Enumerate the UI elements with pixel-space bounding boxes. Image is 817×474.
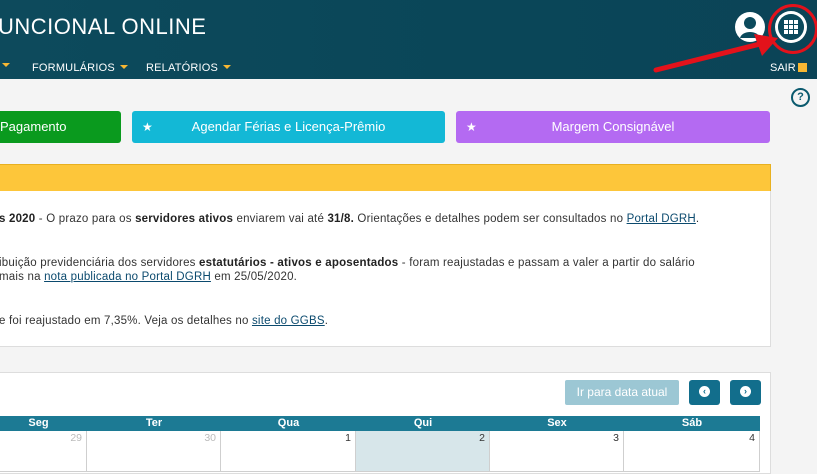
margin-button[interactable]: ★ Margem Consignável bbox=[456, 111, 770, 143]
calendar-header: Seg Ter Qua Qui Sex Sáb bbox=[0, 416, 760, 431]
next-month-button[interactable]: › bbox=[730, 380, 761, 405]
day-header: Qua bbox=[277, 417, 300, 429]
day-header: Ter bbox=[145, 417, 163, 429]
calendar-day-cell-today[interactable]: 2 bbox=[356, 431, 490, 472]
day-header: Sex bbox=[547, 417, 567, 429]
notice-3: mais na nota publicada no Portal DGRH em… bbox=[0, 271, 298, 283]
annotation-arrow-icon bbox=[653, 34, 778, 73]
portal-dgrh-link[interactable]: Portal DGRH bbox=[627, 213, 696, 225]
prev-month-button[interactable]: ‹ bbox=[689, 380, 720, 405]
menu-relatorios-label: RELATÓRIOS bbox=[146, 62, 219, 74]
day-number: 3 bbox=[613, 432, 619, 444]
help-icon[interactable]: ? bbox=[791, 88, 810, 107]
calendar-day-cell[interactable]: 30 bbox=[87, 431, 221, 472]
menu-formularios[interactable]: FORMULÁRIOS bbox=[32, 62, 128, 74]
margin-button-label: Margem Consignável bbox=[551, 119, 675, 134]
payment-button-label: Pagamento bbox=[0, 119, 67, 134]
day-header: Sáb bbox=[681, 417, 703, 429]
payment-button[interactable]: Pagamento bbox=[0, 111, 121, 143]
day-number: 4 bbox=[749, 432, 755, 444]
vacation-button[interactable]: ★ Agendar Férias e Licença-Prêmio bbox=[132, 111, 445, 143]
today-button[interactable]: Ir para data atual bbox=[565, 380, 679, 405]
app-title: UNCIONAL ONLINE bbox=[0, 14, 207, 39]
menu-relatorios[interactable]: RELATÓRIOS bbox=[146, 62, 232, 74]
notice-banner bbox=[0, 164, 771, 193]
notices-panel: s 2020 - O prazo para os servidores ativ… bbox=[0, 191, 771, 347]
star-icon: ★ bbox=[466, 120, 477, 134]
day-header: Qui bbox=[413, 417, 433, 429]
chevron-down-icon bbox=[223, 65, 232, 69]
notice-2: ibuição previdenciária dos servidores es… bbox=[0, 257, 695, 269]
notice-1: s 2020 - O prazo para os servidores ativ… bbox=[0, 213, 700, 225]
menu-caret-icon[interactable] bbox=[2, 63, 10, 67]
day-header: Seg bbox=[28, 417, 49, 429]
day-number: 29 bbox=[70, 432, 82, 444]
day-number: 1 bbox=[345, 432, 351, 444]
calendar-day-cell[interactable]: 3 bbox=[490, 431, 624, 472]
chevron-left-icon: ‹ bbox=[699, 386, 710, 397]
vacation-button-label: Agendar Férias e Licença-Prêmio bbox=[191, 119, 386, 134]
dgrh-note-link[interactable]: nota publicada no Portal DGRH bbox=[44, 271, 211, 283]
day-number: 30 bbox=[204, 432, 216, 444]
menu-formularios-label: FORMULÁRIOS bbox=[32, 62, 115, 74]
calendar-day-cell[interactable]: 1 bbox=[221, 431, 356, 472]
calendar-day-cell[interactable]: 29 bbox=[0, 431, 87, 472]
ggbs-link[interactable]: site do GGBS bbox=[252, 315, 325, 327]
star-icon: ★ bbox=[142, 120, 153, 134]
calendar-day-cell[interactable]: 4 bbox=[624, 431, 760, 472]
exit-icon bbox=[797, 63, 807, 72]
chevron-right-icon: › bbox=[740, 386, 751, 397]
day-number: 2 bbox=[479, 432, 485, 444]
chevron-down-icon bbox=[119, 65, 128, 69]
notice-4: e foi reajustado em 7,35%. Veja os detal… bbox=[0, 315, 329, 327]
